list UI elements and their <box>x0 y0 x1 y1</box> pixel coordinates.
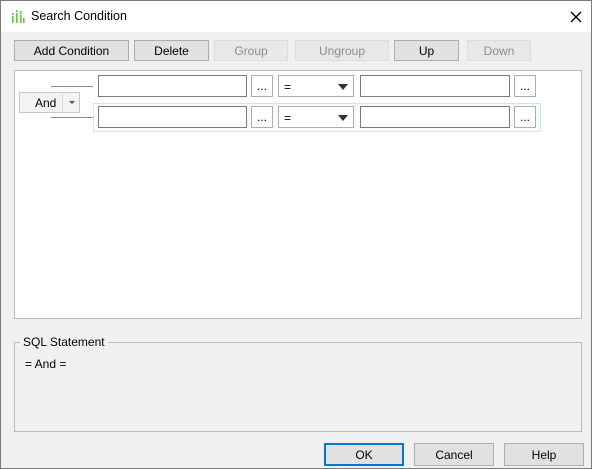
dropdown-arrow-icon <box>338 84 348 90</box>
browse-left-button[interactable]: ... <box>251 106 273 128</box>
operator-select[interactable]: = <box>278 75 354 97</box>
delete-button[interactable]: Delete <box>134 40 209 61</box>
logic-operator-dropdown[interactable]: And <box>19 92 80 113</box>
logic-operator-label: And <box>35 96 57 110</box>
operator-value: = <box>284 80 292 94</box>
sql-statement-text: = And = <box>25 357 67 371</box>
app-icon <box>12 10 25 23</box>
left-value-field[interactable] <box>98 75 247 97</box>
dialog-title: Search Condition <box>31 9 127 23</box>
browse-right-button[interactable]: ... <box>514 106 536 128</box>
left-value-field[interactable] <box>98 106 247 128</box>
cancel-button[interactable]: Cancel <box>414 443 494 466</box>
sql-statement-group <box>14 342 582 432</box>
close-button[interactable] <box>561 1 591 32</box>
browse-right-button[interactable]: ... <box>514 75 536 97</box>
connector-line <box>51 117 93 118</box>
connector-line <box>51 86 93 87</box>
operator-value: = <box>284 111 292 125</box>
search-condition-dialog: Search Condition Add Condition Delete Gr… <box>0 0 592 469</box>
ok-button[interactable]: OK <box>324 443 404 466</box>
dropdown-arrow-icon <box>338 115 348 121</box>
operator-select[interactable]: = <box>278 106 354 128</box>
add-condition-button[interactable]: Add Condition <box>14 40 129 61</box>
chevron-down-icon <box>69 101 75 104</box>
down-button[interactable]: Down <box>467 40 531 61</box>
title-bar: Search Condition <box>1 1 591 32</box>
group-button[interactable]: Group <box>214 40 288 61</box>
right-value-field[interactable] <box>360 106 510 128</box>
sql-statement-label: SQL Statement <box>20 335 108 349</box>
up-button[interactable]: Up <box>394 40 459 61</box>
right-value-field[interactable] <box>360 75 510 97</box>
browse-left-button[interactable]: ... <box>251 75 273 97</box>
ungroup-button[interactable]: Ungroup <box>295 40 389 61</box>
help-button[interactable]: Help <box>504 443 584 466</box>
close-icon <box>570 11 582 22</box>
